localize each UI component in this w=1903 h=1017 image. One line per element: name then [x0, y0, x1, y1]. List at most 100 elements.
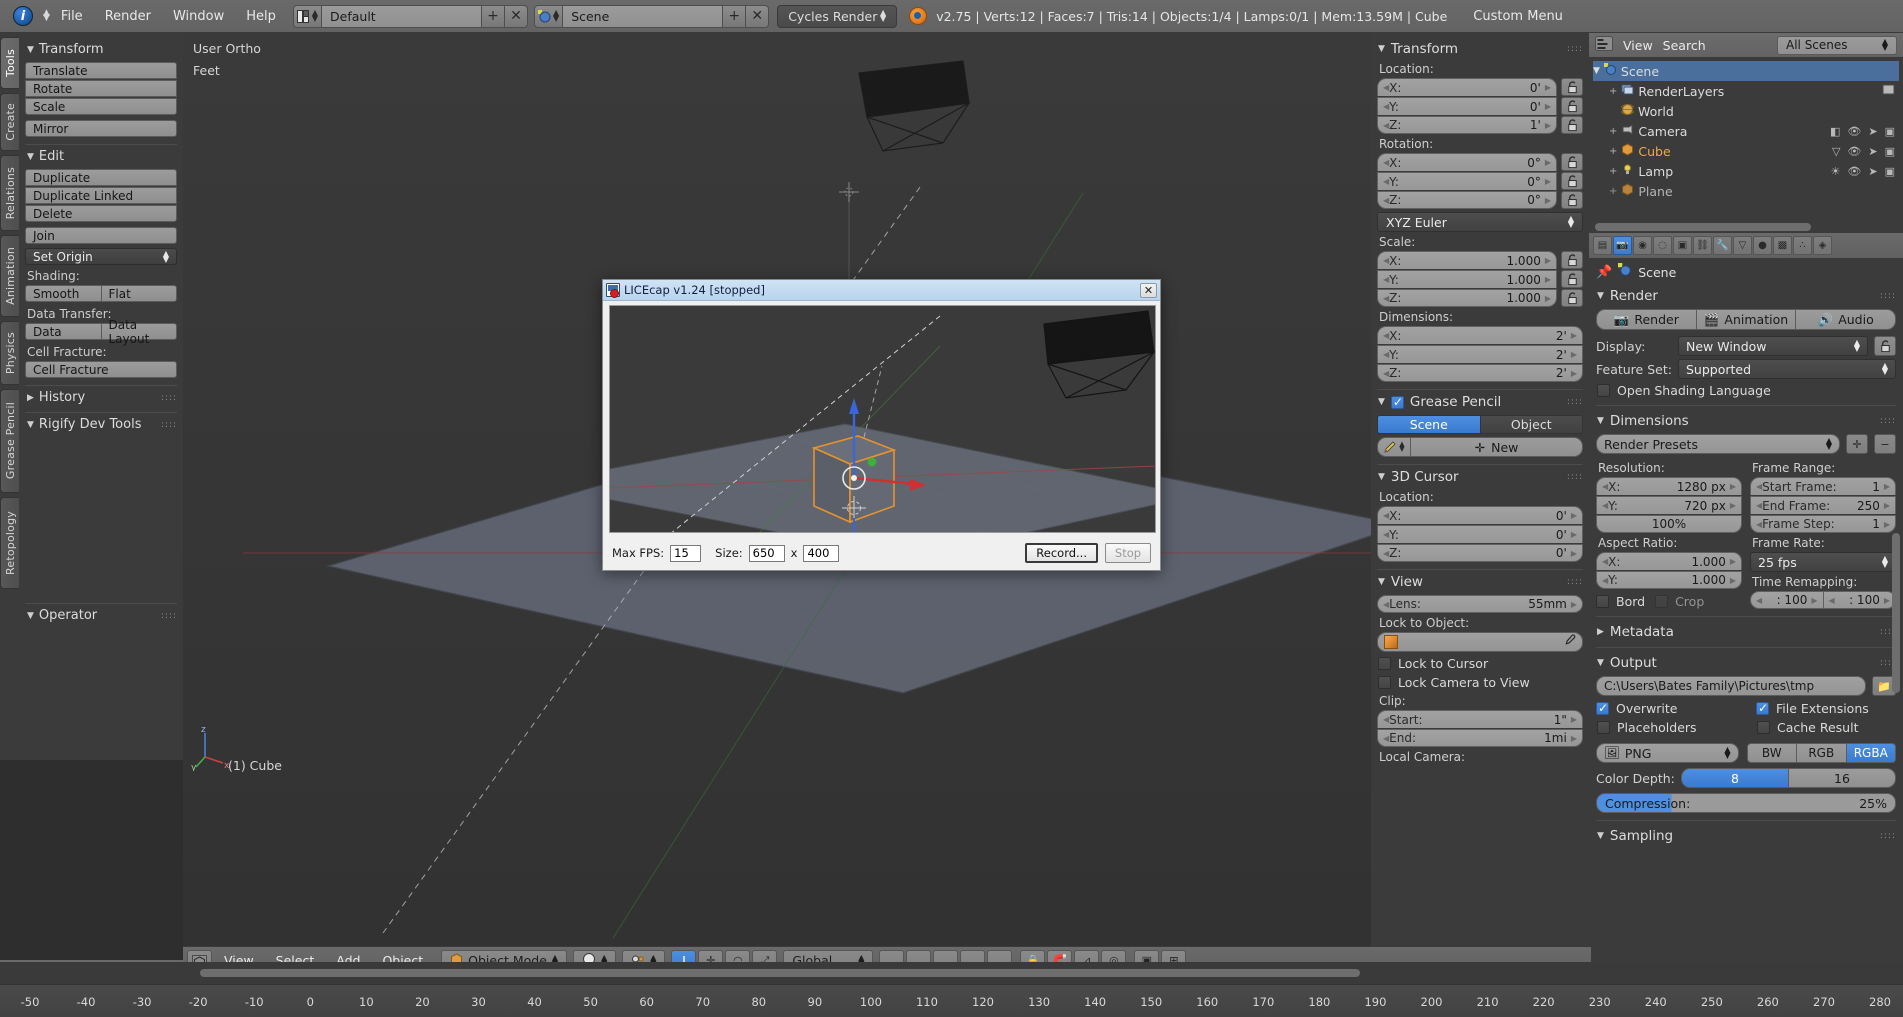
sidebar-item-physics[interactable]: Physics: [0, 321, 19, 385]
render-engine-dropdown[interactable]: Cycles Render ▲ ▼: [777, 4, 898, 28]
render-icon[interactable]: ▣: [1885, 165, 1895, 178]
scale-y-field[interactable]: ◀ Y: 1.000 ▶: [1377, 270, 1557, 288]
start-frame-field[interactable]: ◀ Start Frame: 1 ▶: [1750, 477, 1896, 495]
time-remap-old-field[interactable]: ◀ : 100 ▶: [1750, 591, 1824, 609]
outliner-row-plane[interactable]: + Plane: [1593, 181, 1899, 201]
increment-arrow-icon[interactable]: ▶: [1545, 294, 1551, 303]
increment-arrow-icon[interactable]: ▶: [1545, 158, 1551, 167]
tab-render-icon[interactable]: 📷: [1613, 236, 1632, 255]
increment-arrow-icon[interactable]: ▶: [1545, 102, 1551, 111]
lens-field[interactable]: ◀ Lens: 55mm ▶: [1377, 595, 1583, 613]
lock-to-cursor-checkbox[interactable]: [1378, 657, 1391, 670]
location-y-field[interactable]: ◀ Y: 0' ▶: [1377, 97, 1557, 115]
sampling-section-header[interactable]: ▼ Sampling ::::: [1597, 828, 1896, 844]
compression-slider[interactable]: Compression: 25%: [1596, 793, 1896, 813]
licecap-window[interactable]: LICEcap v1.24 [stopped] ✕ Max FPS: 15 Si…: [602, 279, 1161, 571]
sidebar-item-grease-pencil[interactable]: Grease Pencil: [0, 389, 19, 493]
aspect-y-field[interactable]: ◀ Y: 1.000 ▶: [1596, 571, 1742, 589]
clip-start-field[interactable]: ◀ Start: 1" ▶: [1377, 710, 1583, 728]
increment-arrow-icon[interactable]: ▶: [1571, 600, 1577, 609]
location-z-field[interactable]: ◀ Z: 1' ▶: [1377, 116, 1557, 134]
shade-smooth-button[interactable]: Smooth: [25, 285, 102, 302]
lock-camera-to-view-row[interactable]: Lock Camera to View: [1378, 675, 1583, 690]
outliner-row-world[interactable]: World: [1593, 101, 1899, 121]
decrement-arrow-icon[interactable]: ◀: [1829, 596, 1835, 605]
transform-panel-header[interactable]: ▼ Transform ::::: [1378, 41, 1583, 57]
outliner-row-renderlayers[interactable]: + RenderLayers: [1593, 81, 1899, 101]
camera-data-icon[interactable]: ◧: [1830, 125, 1840, 138]
delete-button[interactable]: Delete: [25, 205, 177, 222]
dimensions-y-field[interactable]: ◀ Y: 2' ▶: [1377, 345, 1583, 363]
increment-arrow-icon[interactable]: ▶: [1884, 501, 1890, 510]
dimensions-z-field[interactable]: ◀ Z: 2' ▶: [1377, 364, 1583, 382]
crop-row[interactable]: Crop: [1655, 594, 1704, 609]
scale-x-field[interactable]: ◀ X: 1.000 ▶: [1377, 251, 1557, 269]
expand-plus-icon[interactable]: +: [1609, 126, 1617, 137]
lock-location-x-icon[interactable]: [1561, 78, 1583, 96]
osl-checkbox[interactable]: [1597, 384, 1610, 397]
tab-object[interactable]: Object: [1480, 415, 1583, 434]
tab-data-icon[interactable]: ▽: [1733, 236, 1752, 255]
lock-display-icon[interactable]: [1874, 336, 1896, 356]
metadata-section-header[interactable]: ▶ Metadata ::::: [1597, 624, 1896, 640]
increment-arrow-icon[interactable]: ▶: [1571, 549, 1577, 558]
lock-rotation-y-icon[interactable]: [1561, 172, 1583, 190]
duplicate-button[interactable]: Duplicate: [25, 169, 177, 186]
border-checkbox[interactable]: [1596, 595, 1609, 608]
translate-button[interactable]: Translate: [25, 62, 177, 79]
eye-icon[interactable]: 👁: [1847, 165, 1861, 178]
render-image-button[interactable]: 📷 Render: [1596, 309, 1697, 330]
color-mode-rgb[interactable]: RGB: [1797, 743, 1847, 763]
expand-plus-icon[interactable]: +: [1609, 166, 1617, 177]
rotate-button[interactable]: Rotate: [25, 80, 177, 97]
tab-physics-icon[interactable]: ◈: [1813, 236, 1832, 255]
screen-layout-icon[interactable]: ▲ ▼: [292, 4, 323, 28]
sidebar-item-create[interactable]: Create: [0, 93, 19, 151]
file-extensions-checkbox[interactable]: [1756, 701, 1769, 715]
output-path-field[interactable]: C:\Users\Bates Family\Pictures\tmp: [1596, 676, 1866, 696]
rotation-x-field[interactable]: ◀ X: 0° ▶: [1377, 153, 1557, 171]
increment-arrow-icon[interactable]: ▶: [1730, 576, 1736, 585]
feature-set-dropdown[interactable]: Supported ▲ ▼: [1678, 359, 1896, 379]
end-frame-field[interactable]: ◀ End Frame: 250 ▶: [1750, 496, 1896, 514]
dimensions-x-field[interactable]: ◀ X: 2' ▶: [1377, 326, 1583, 344]
menu-help[interactable]: Help: [235, 5, 287, 28]
cache-result-checkbox[interactable]: [1757, 721, 1770, 734]
osl-row[interactable]: Open Shading Language: [1597, 383, 1896, 398]
resolution-percentage-field[interactable]: 100%: [1596, 515, 1742, 533]
join-button[interactable]: Join: [25, 227, 177, 244]
edit-section-header[interactable]: ▼ Edit: [27, 149, 177, 164]
increment-arrow-icon[interactable]: ▶: [1730, 501, 1736, 510]
outliner-display-icon[interactable]: [1595, 36, 1613, 54]
color-mode-bw[interactable]: BW: [1746, 743, 1797, 763]
record-button[interactable]: Record...: [1025, 543, 1098, 563]
mirror-button[interactable]: Mirror: [25, 120, 177, 137]
render-section-header[interactable]: ▼ Render ::::: [1597, 288, 1896, 304]
render-icon[interactable]: ▣: [1885, 145, 1895, 158]
increment-arrow-icon[interactable]: ▶: [1545, 177, 1551, 186]
sidebar-item-animation[interactable]: Animation: [0, 235, 19, 317]
sidebar-item-tools[interactable]: Tools: [0, 37, 19, 89]
transform-section-header[interactable]: ▼ Transform: [27, 42, 177, 57]
increment-arrow-icon[interactable]: ▶: [1571, 350, 1577, 359]
increment-arrow-icon[interactable]: ▶: [1545, 83, 1551, 92]
sidebar-item-relations[interactable]: Relations: [0, 155, 19, 231]
increment-arrow-icon[interactable]: ▶: [1571, 511, 1577, 520]
output-section-header[interactable]: ▼ Output ::::: [1597, 655, 1896, 671]
increment-arrow-icon[interactable]: ▶: [1884, 482, 1890, 491]
menu-file[interactable]: File: [50, 5, 94, 28]
scene-name-value[interactable]: Scene: [563, 4, 724, 28]
tab-material-icon[interactable]: ●: [1753, 236, 1772, 255]
increment-arrow-icon[interactable]: ▶: [1884, 596, 1890, 605]
increment-arrow-icon[interactable]: ▶: [1730, 482, 1736, 491]
cursor-arrow-icon[interactable]: ➤: [1868, 145, 1877, 158]
eye-icon[interactable]: 👁: [1847, 145, 1861, 158]
stop-button[interactable]: Stop: [1105, 543, 1151, 563]
cursor-z-field[interactable]: ◀ Z: 0' ▶: [1377, 544, 1583, 562]
lamp-data-icon[interactable]: ☀: [1831, 165, 1841, 178]
set-origin-dropdown[interactable]: Set Origin ▲ ▼: [25, 248, 177, 265]
licecap-capture-region[interactable]: [609, 305, 1156, 533]
renderlayer-icon[interactable]: [1882, 83, 1895, 99]
outliner-search-menu[interactable]: Search: [1663, 38, 1706, 53]
add-screen-layout-button[interactable]: +: [482, 4, 506, 28]
